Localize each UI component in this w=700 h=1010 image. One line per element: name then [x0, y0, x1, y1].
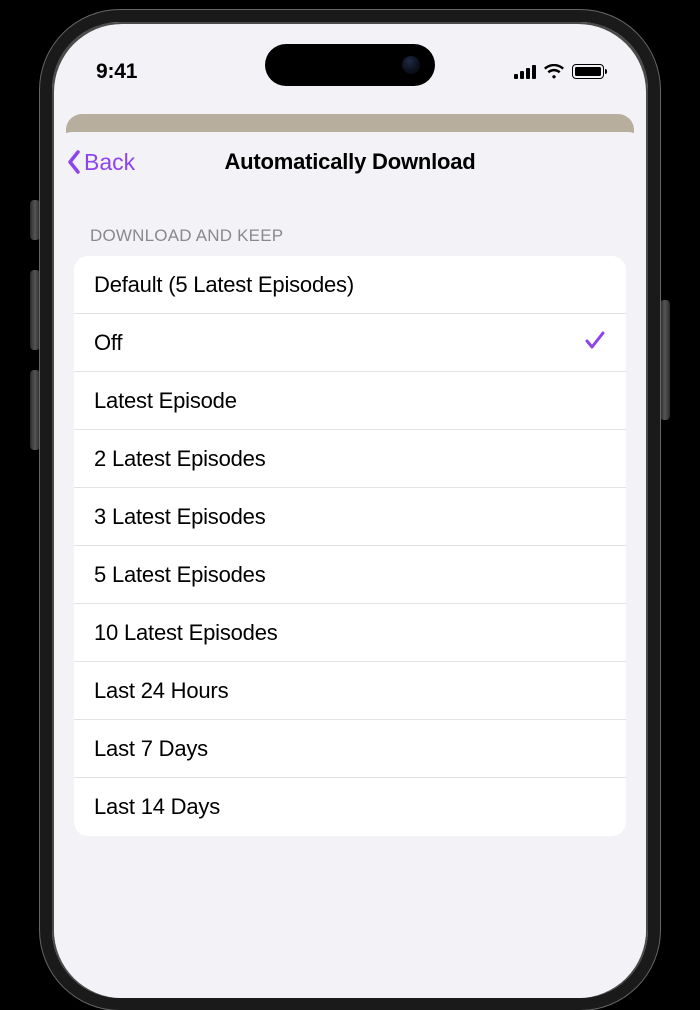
section-header: DOWNLOAD AND KEEP	[54, 192, 646, 256]
phone-frame: 9:41	[40, 10, 660, 1010]
option-label: Last 24 Hours	[94, 678, 228, 704]
option-label: Last 7 Days	[94, 736, 208, 762]
navigation-bar: Back Automatically Download	[54, 132, 646, 192]
chevron-left-icon	[66, 149, 82, 175]
volume-down-button	[30, 370, 40, 450]
option-label: Off	[94, 330, 122, 356]
option-last-7d[interactable]: Last 7 Days	[74, 720, 626, 778]
option-default[interactable]: Default (5 Latest Episodes)	[74, 256, 626, 314]
wifi-icon	[543, 64, 565, 80]
modal-sheet: Back Automatically Download DOWNLOAD AND…	[54, 132, 646, 998]
option-5-latest[interactable]: 5 Latest Episodes	[74, 546, 626, 604]
back-button[interactable]: Back	[66, 132, 135, 192]
checkmark-icon	[584, 329, 606, 351]
dynamic-island	[265, 44, 435, 86]
option-last-14d[interactable]: Last 14 Days	[74, 778, 626, 836]
option-list: Default (5 Latest Episodes) Off Latest E…	[74, 256, 626, 836]
page-title: Automatically Download	[224, 149, 475, 175]
power-button	[660, 300, 670, 420]
option-label: 10 Latest Episodes	[94, 620, 278, 646]
status-time: 9:41	[96, 60, 137, 84]
cellular-icon	[514, 65, 536, 79]
volume-up-button	[30, 270, 40, 350]
option-label: Default (5 Latest Episodes)	[94, 272, 354, 298]
option-label: 2 Latest Episodes	[94, 446, 266, 472]
option-last-24h[interactable]: Last 24 Hours	[74, 662, 626, 720]
option-label: 3 Latest Episodes	[94, 504, 266, 530]
option-3-latest[interactable]: 3 Latest Episodes	[74, 488, 626, 546]
mute-switch	[30, 200, 40, 240]
option-off[interactable]: Off	[74, 314, 626, 372]
option-label: 5 Latest Episodes	[94, 562, 266, 588]
battery-icon	[572, 64, 604, 79]
option-label: Latest Episode	[94, 388, 237, 414]
option-10-latest[interactable]: 10 Latest Episodes	[74, 604, 626, 662]
option-latest-episode[interactable]: Latest Episode	[74, 372, 626, 430]
back-label: Back	[84, 149, 135, 176]
option-2-latest[interactable]: 2 Latest Episodes	[74, 430, 626, 488]
option-label: Last 14 Days	[94, 794, 220, 820]
option-check	[584, 329, 606, 357]
